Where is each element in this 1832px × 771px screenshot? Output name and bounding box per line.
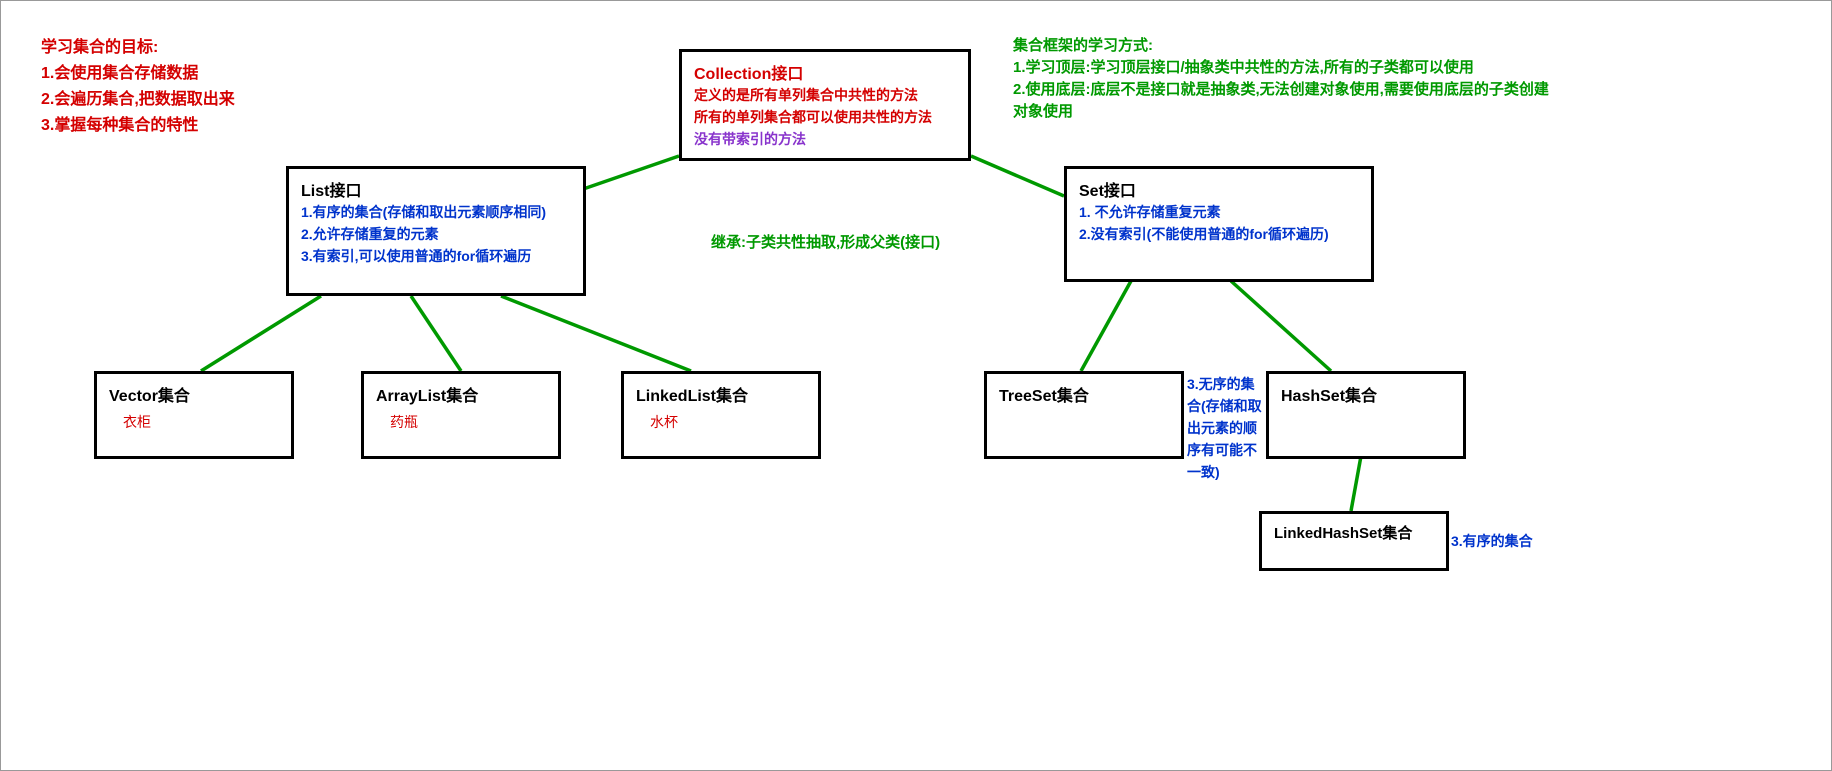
node-arraylist-title: ArrayList集合 [376, 382, 546, 406]
node-set: Set接口 1. 不允许存储重复元素 2.没有索引(不能使用普通的for循环遍历… [1064, 166, 1374, 282]
edge-collection-set [971, 156, 1064, 196]
node-collection-l3: 没有带索引的方法 [694, 128, 956, 150]
node-treeset: TreeSet集合 [984, 371, 1184, 459]
learn-title: 集合框架的学习方式: [1013, 35, 1553, 57]
node-collection-l1: 定义的是所有单列集合中共性的方法 [694, 84, 956, 106]
edge-list-vector [201, 296, 321, 371]
node-set-l1: 1. 不允许存储重复元素 [1079, 201, 1359, 223]
node-linkedlist: LinkedList集合 水杯 [621, 371, 821, 459]
node-set-l2: 2.没有索引(不能使用普通的for循环遍历) [1079, 223, 1359, 245]
node-collection-title: Collection接口 [694, 60, 956, 84]
node-hashset: HashSet集合 [1266, 371, 1466, 459]
node-list-l1: 1.有序的集合(存储和取出元素顺序相同) [301, 201, 571, 223]
edge-set-treeset [1081, 281, 1131, 371]
edge-set-hashset [1231, 281, 1331, 371]
hashset-annotation: 3.无序的集合(存储和取出元素的顺序有可能不一致) [1187, 373, 1267, 483]
goals-line-2: 2.会遍历集合,把数据取出来 [41, 87, 235, 113]
learn-line-1: 1.学习顶层:学习顶层接口/抽象类中共性的方法,所有的子类都可以使用 [1013, 57, 1553, 79]
node-linkedlist-title: LinkedList集合 [636, 382, 806, 406]
learn-line-2: 2.使用底层:底层不是接口就是抽象类,无法创建对象使用,需要使用底层的子类创建对… [1013, 79, 1553, 123]
edge-list-arraylist [411, 296, 461, 371]
node-list-title: List接口 [301, 177, 571, 201]
edge-hashset-linkedhashset [1351, 456, 1361, 511]
inherit-label: 继承:子类共性抽取,形成父类(接口) [711, 231, 940, 252]
node-arraylist: ArrayList集合 药瓶 [361, 371, 561, 459]
goals-line-1: 1.会使用集合存储数据 [41, 61, 235, 87]
goals-line-3: 3.掌握每种集合的特性 [41, 113, 235, 139]
linkedhashset-annotation: 3.有序的集合 [1451, 531, 1533, 551]
node-list-l2: 2.允许存储重复的元素 [301, 223, 571, 245]
node-linkedhashset-title: LinkedHashSet集合 [1274, 522, 1434, 543]
node-list-l3: 3.有索引,可以使用普通的for循环遍历 [301, 245, 571, 267]
node-list: List接口 1.有序的集合(存储和取出元素顺序相同) 2.允许存储重复的元素 … [286, 166, 586, 296]
node-collection: Collection接口 定义的是所有单列集合中共性的方法 所有的单列集合都可以… [679, 49, 971, 161]
diagram-canvas: 学习集合的目标: 1.会使用集合存储数据 2.会遍历集合,把数据取出来 3.掌握… [0, 0, 1832, 771]
node-set-title: Set接口 [1079, 177, 1359, 201]
node-linkedhashset: LinkedHashSet集合 [1259, 511, 1449, 571]
node-hashset-title: HashSet集合 [1281, 382, 1451, 406]
node-arraylist-sub: 药瓶 [390, 412, 546, 432]
node-vector: Vector集合 衣柜 [94, 371, 294, 459]
node-collection-l2: 所有的单列集合都可以使用共性的方法 [694, 106, 956, 128]
node-vector-sub: 衣柜 [123, 412, 279, 432]
node-linkedlist-sub: 水杯 [650, 412, 806, 432]
node-treeset-title: TreeSet集合 [999, 382, 1169, 406]
node-vector-title: Vector集合 [109, 382, 279, 406]
learn-block: 集合框架的学习方式: 1.学习顶层:学习顶层接口/抽象类中共性的方法,所有的子类… [1013, 35, 1553, 123]
edge-list-linkedlist [501, 296, 691, 371]
goals-title: 学习集合的目标: [41, 35, 235, 61]
goals-block: 学习集合的目标: 1.会使用集合存储数据 2.会遍历集合,把数据取出来 3.掌握… [41, 35, 235, 139]
